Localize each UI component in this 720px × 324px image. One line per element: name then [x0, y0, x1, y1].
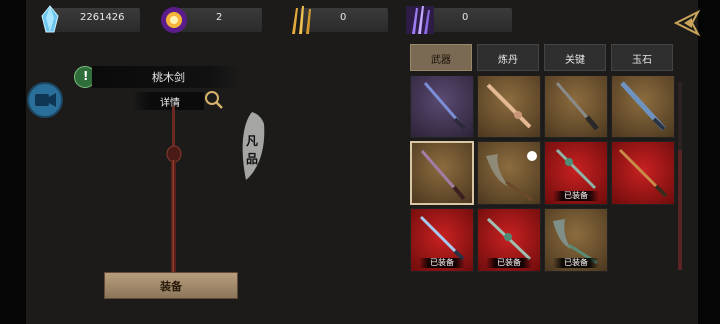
- equipped-badge: 已装备: [419, 258, 465, 268]
- camera-button[interactable]: [27, 82, 63, 118]
- tab-jade[interactable]: 玉石: [611, 44, 673, 71]
- dark-sword-icon: [555, 82, 599, 131]
- left-letterbox: [0, 0, 26, 324]
- golden-orb-icon: [161, 7, 187, 33]
- tab-key-items[interactable]: 关键: [544, 44, 606, 71]
- equipped-badge: 已装备: [486, 258, 532, 268]
- whisk-icon: [486, 151, 537, 202]
- blue-crystal-icon: [41, 5, 59, 33]
- magnifier-icon[interactable]: [204, 90, 224, 110]
- equipped-badge: 已装备: [553, 191, 599, 201]
- weapon-preview-image: [166, 106, 182, 272]
- inventory-item[interactable]: 已装备: [477, 208, 541, 272]
- bronze-sword-icon: [618, 148, 668, 198]
- inventory-item[interactable]: [611, 141, 675, 205]
- camera-icon: [35, 93, 56, 107]
- gold-swords-icon: [292, 6, 311, 34]
- resource-purple-swords: 0: [404, 6, 512, 34]
- inventory-item-selected[interactable]: [410, 141, 474, 205]
- tab-alchemy[interactable]: 炼丹: [477, 44, 539, 71]
- resource-orb: 2: [158, 6, 262, 34]
- inventory-item[interactable]: 已装备: [544, 141, 608, 205]
- resource-crystal-value: 2261426: [80, 12, 125, 23]
- blue-blade-icon: [620, 81, 666, 131]
- equip-button-label: 装备: [160, 280, 182, 293]
- inventory-item[interactable]: 已装备: [410, 208, 474, 272]
- resource-orb-value: 2: [216, 12, 223, 23]
- inventory-item[interactable]: [611, 76, 675, 138]
- resource-gold-swords-value: 0: [340, 12, 347, 23]
- weapon-name: 桃木剑: [152, 71, 185, 84]
- rarity-char-2: 品: [246, 152, 259, 166]
- inventory-grid: 已装备 已装备 已装备 已装备: [408, 76, 678, 272]
- resource-crystal: 2261426: [34, 5, 140, 34]
- inventory-item[interactable]: [544, 76, 608, 138]
- equipped-badge: 已装备: [553, 258, 599, 268]
- rarity-tag: 凡 品: [238, 110, 268, 182]
- blue-sword-icon: [423, 82, 467, 131]
- resource-gold-swords: 0: [286, 6, 388, 34]
- inventory-item[interactable]: [477, 141, 541, 205]
- right-letterbox: [698, 0, 720, 324]
- red-wood-sword-icon: [420, 150, 466, 201]
- equip-button[interactable]: 装备: [104, 272, 238, 299]
- inventory-item[interactable]: [410, 76, 474, 138]
- peach-wood-sword-icon: [486, 83, 532, 129]
- resource-purple-swords-value: 0: [462, 12, 469, 23]
- inventory-item[interactable]: 已装备: [544, 208, 608, 272]
- tab-weapons[interactable]: 武器: [410, 44, 472, 71]
- weapon-name-banner: 桃木剑: [92, 66, 240, 88]
- rarity-char-1: 凡: [246, 134, 259, 148]
- back-arrow-icon[interactable]: [672, 8, 702, 38]
- purple-swords-icon: [406, 6, 434, 34]
- inventory-item[interactable]: [477, 76, 541, 138]
- inventory-scrollbar-thumb[interactable]: [678, 150, 682, 270]
